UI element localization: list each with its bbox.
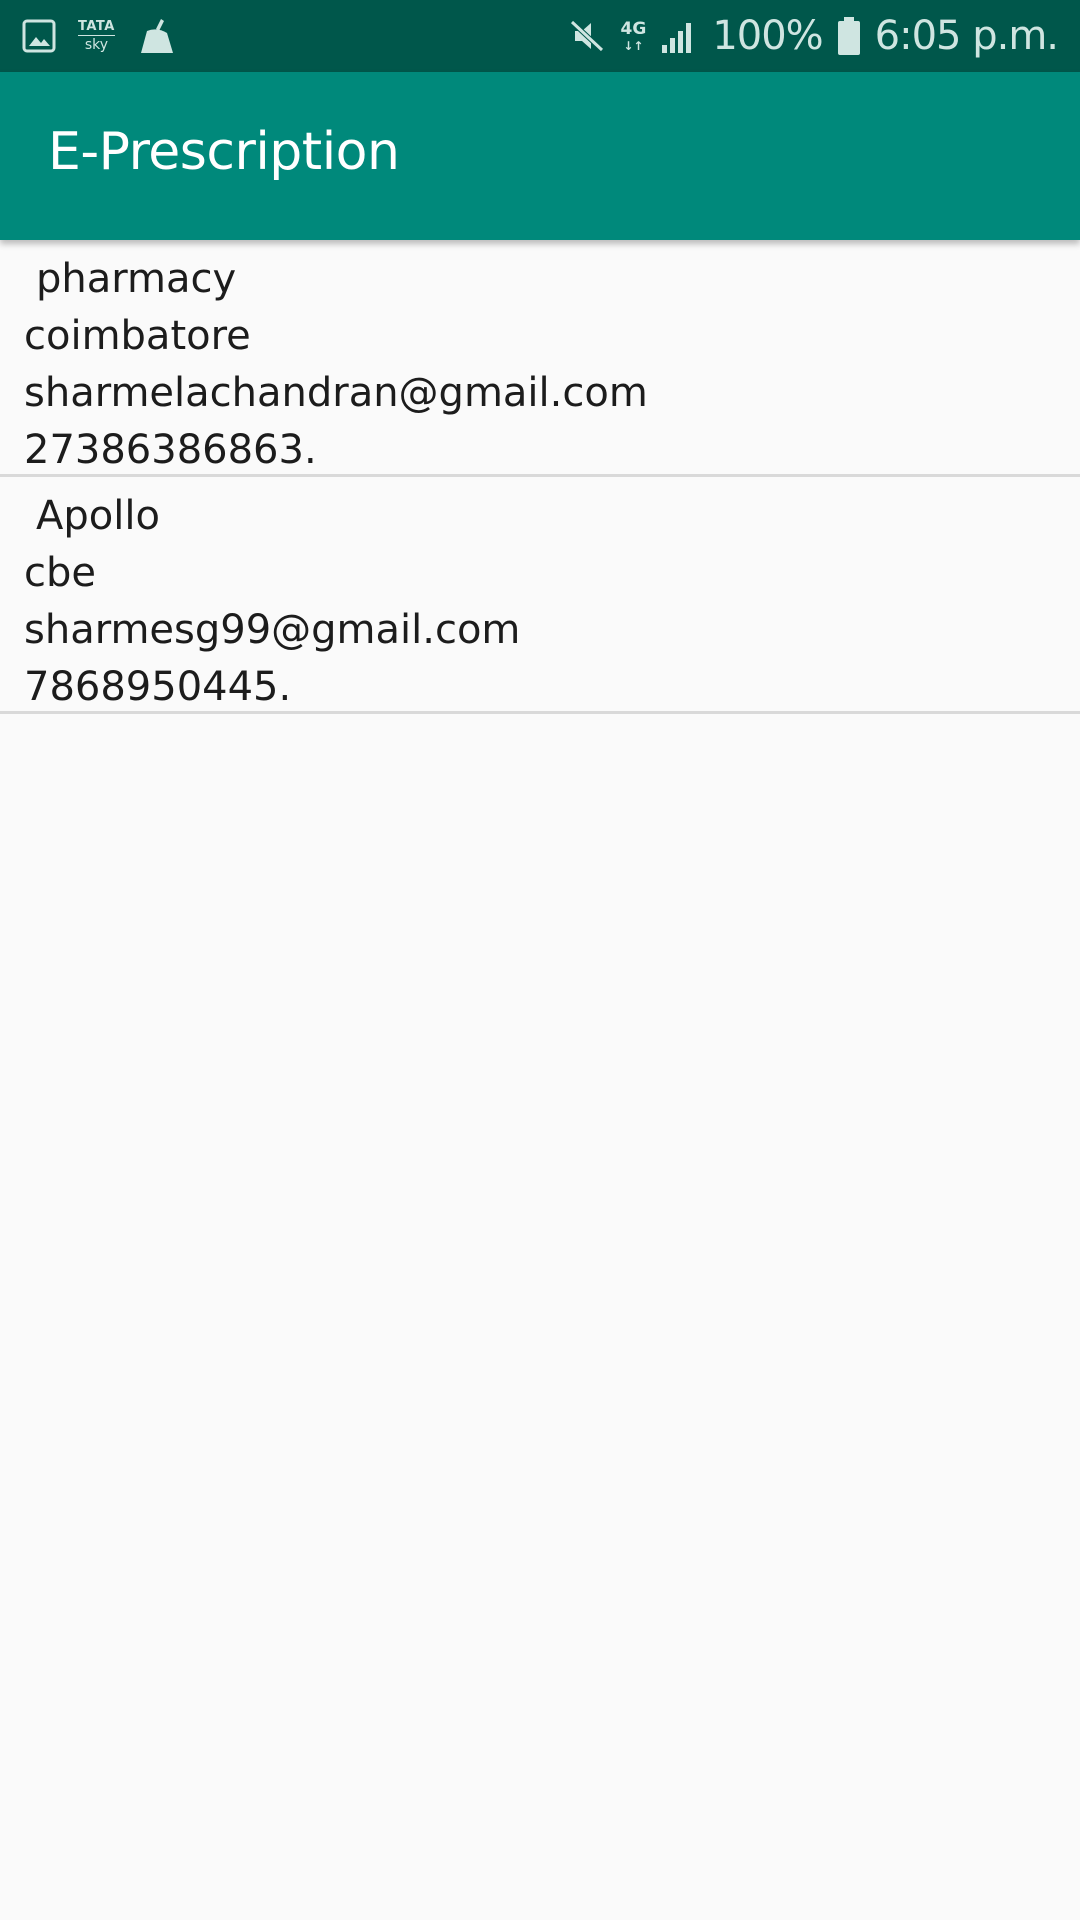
- app-bar: E-Prescription: [0, 72, 1080, 240]
- status-time: 6:05 p.m.: [874, 13, 1059, 59]
- pharmacy-phone: 7868950445.: [24, 664, 292, 710]
- list-item[interactable]: Apollo cbe sharmesg99@gmail.com 78689504…: [0, 477, 1080, 714]
- pharmacy-email: sharmelachandran@gmail.com: [24, 370, 648, 416]
- cleaner-broom-icon: [137, 17, 177, 55]
- network-arrows: ↓↑: [623, 38, 644, 53]
- network-type-label: 4G: [620, 18, 647, 39]
- tata-sky-icon: TATA sky: [78, 20, 115, 52]
- pharmacy-city: coimbatore: [24, 313, 251, 359]
- page-title: E-Prescription: [48, 122, 400, 182]
- pharmacy-email: sharmesg99@gmail.com: [24, 607, 521, 653]
- status-left-group: TATA sky: [22, 14, 177, 58]
- pharmacy-phone: 27386386863.: [24, 427, 317, 473]
- carrier-name-line1: TATA: [78, 19, 115, 36]
- pharmacy-name: Apollo: [36, 493, 160, 539]
- network-4g-icon: 4G ↓↑: [620, 18, 647, 53]
- signal-icon: [660, 17, 698, 55]
- status-right-group: 4G ↓↑ 100% 6:05 p.m.: [567, 0, 1059, 72]
- list-item[interactable]: pharmacy coimbatore sharmelachandran@gma…: [0, 240, 1080, 477]
- battery-percent: 100%: [712, 13, 823, 59]
- pharmacy-list: pharmacy coimbatore sharmelachandran@gma…: [0, 240, 1080, 714]
- carrier-name-line2: sky: [84, 37, 109, 53]
- mute-icon: [567, 16, 607, 56]
- pharmacy-name: pharmacy: [36, 256, 237, 302]
- status-bar: TATA sky 4G ↓↑ 100% 6:05 p.m.: [0, 0, 1080, 72]
- battery-icon: [837, 16, 861, 56]
- gallery-icon: [22, 18, 56, 54]
- pharmacy-city: cbe: [24, 550, 96, 596]
